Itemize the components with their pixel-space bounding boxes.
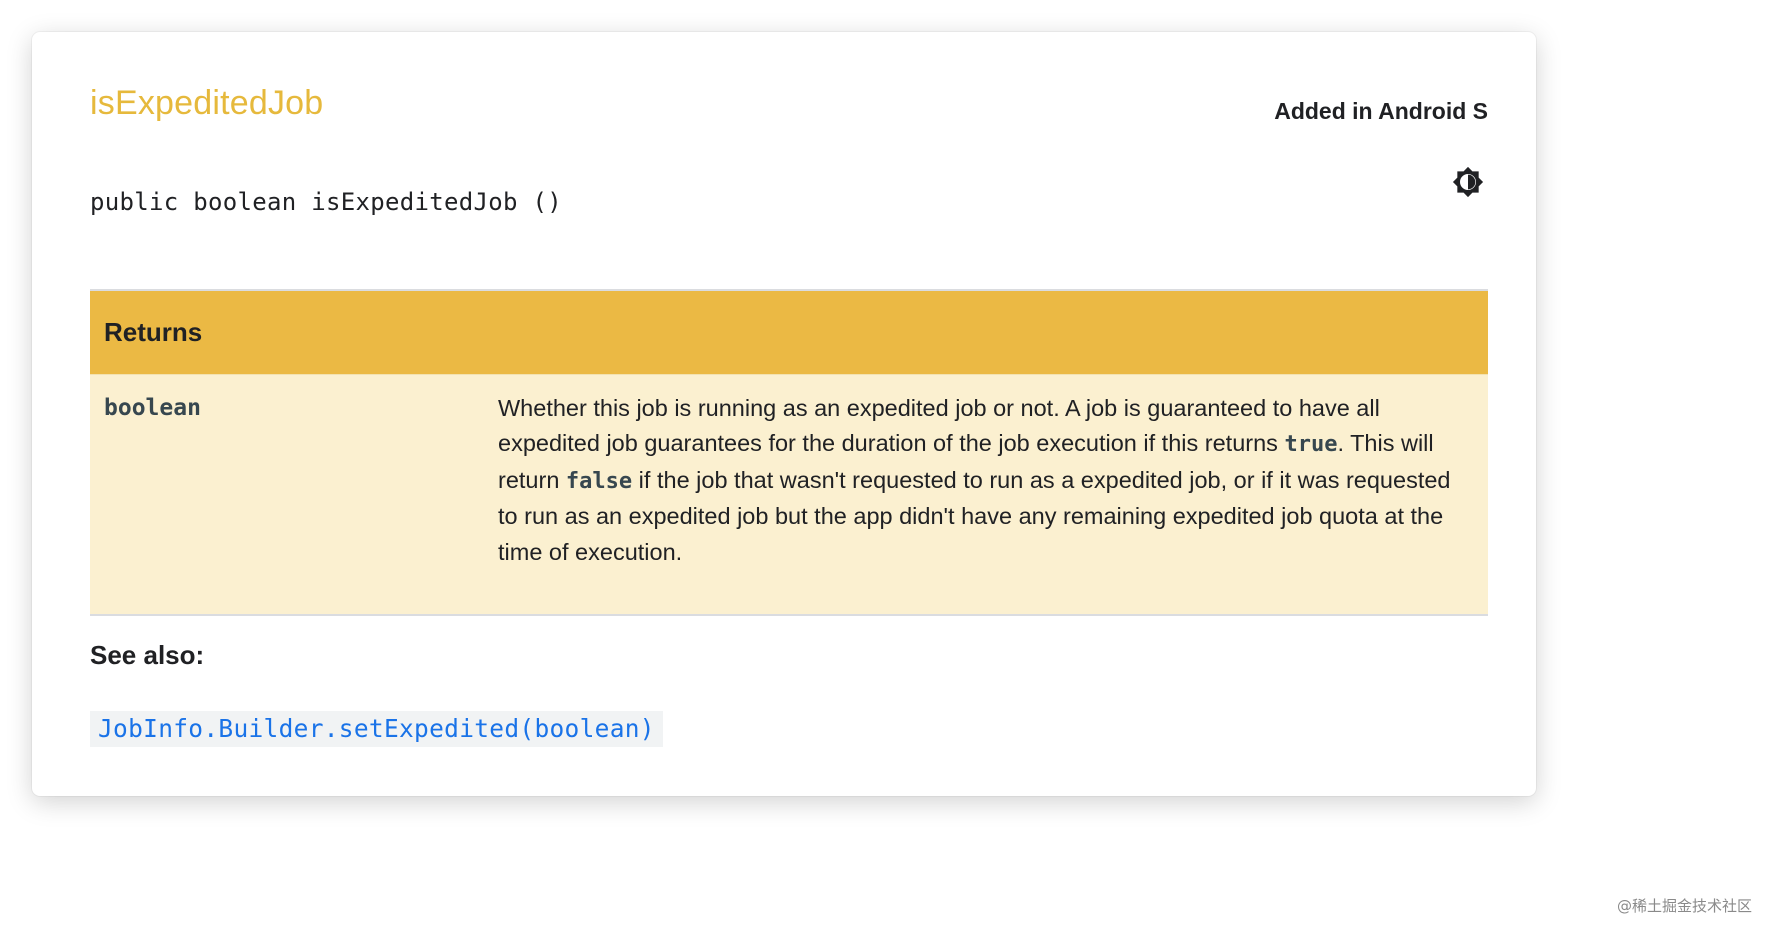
return-type: boolean bbox=[90, 373, 484, 615]
see-also-heading: See also: bbox=[90, 640, 205, 670]
see-also-link[interactable]: JobInfo.Builder.setExpedited(boolean) bbox=[90, 711, 663, 747]
description-text: Whether this job is running as an expedi… bbox=[498, 394, 1380, 457]
returns-table: Returns boolean Whether this job is runn… bbox=[90, 289, 1488, 616]
returns-header: Returns bbox=[90, 290, 1488, 374]
watermark: @稀土掘金技术社区 bbox=[1616, 897, 1752, 915]
method-doc-card: isExpeditedJob Added in Android S public… bbox=[32, 32, 1536, 796]
api-level-label: Added in Android S bbox=[1274, 98, 1488, 124]
theme-toggle-button[interactable] bbox=[1452, 166, 1484, 198]
table-row: boolean Whether this job is running as a… bbox=[90, 373, 1488, 615]
description-text: if the job that wasn't requested to run … bbox=[498, 466, 1451, 565]
return-description: Whether this job is running as an expedi… bbox=[484, 373, 1488, 615]
code-true: true bbox=[1284, 432, 1338, 457]
brightness-contrast-icon bbox=[1452, 166, 1484, 198]
method-title[interactable]: isExpeditedJob bbox=[90, 84, 323, 123]
code-false: false bbox=[565, 468, 633, 494]
method-signature: public boolean isExpeditedJob () bbox=[90, 188, 562, 216]
